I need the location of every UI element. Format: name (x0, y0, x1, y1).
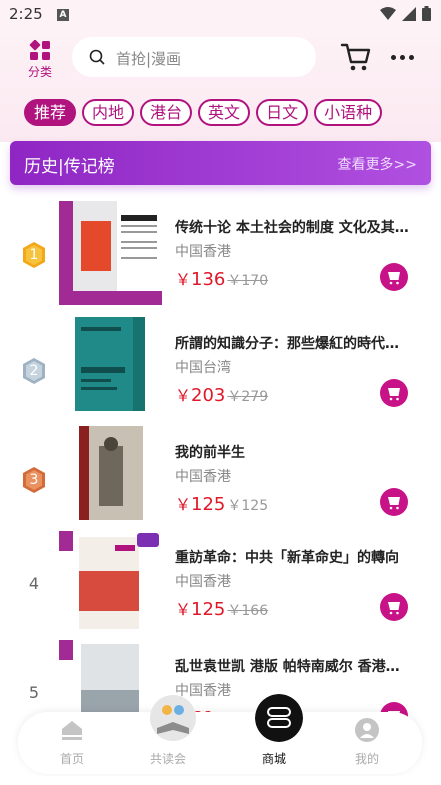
list-item[interactable]: 1 传统十论 本土社会的制度 文化及其… 中国香港 ￥136 ￥170 (0, 201, 441, 309)
price-value: 203 (191, 385, 226, 406)
currency-symbol: ￥ (175, 495, 192, 514)
book-price: ￥136 ￥170 (175, 266, 268, 290)
category-label: 分类 (27, 65, 52, 79)
signal-icon (402, 6, 416, 21)
section-header: 历史|传记榜 查看更多>> (10, 141, 431, 185)
currency-symbol: ￥ (175, 270, 192, 289)
original-price-value: 166 (241, 603, 269, 619)
currency-symbol: ￥ (175, 386, 192, 405)
book-cover-image (59, 531, 162, 635)
dot-icon (400, 54, 405, 60)
add-to-cart-button[interactable] (380, 263, 408, 291)
nav-profile-label: 我的 (354, 752, 379, 766)
rank-number: 1 (29, 247, 39, 263)
original-price: ￥166 (227, 603, 268, 619)
battery-icon (422, 6, 431, 21)
currency-symbol: ￥ (227, 273, 242, 289)
reading-club-icon (150, 695, 196, 741)
book-origin: 中国香港 (175, 469, 231, 485)
status-bar: 2:25 A (0, 0, 441, 30)
user-icon (355, 718, 379, 742)
book-price: ￥125 ￥125 (175, 491, 268, 515)
rank-number: 2 (29, 363, 39, 379)
list-item[interactable]: 3 我的前半生 中国香港 ￥125 ￥125 (0, 426, 441, 534)
original-price-value: 125 (241, 498, 269, 514)
add-to-cart-button[interactable] (380, 488, 408, 516)
search-icon (89, 49, 105, 65)
nav-mall[interactable]: 商城 (239, 694, 309, 774)
nav-mall-label: 商城 (261, 752, 286, 766)
status-time: 2:25 (9, 5, 43, 23)
tab-recommend[interactable]: 推荐 (24, 99, 77, 126)
currency-symbol: ￥ (175, 600, 192, 619)
book-origin: 中国台湾 (175, 360, 231, 376)
nav-home-label: 首页 (59, 752, 84, 766)
price-value: 136 (191, 269, 226, 290)
rank-number: 3 (29, 472, 39, 488)
currency-symbol: ￥ (227, 389, 242, 405)
add-to-cart-button[interactable] (380, 593, 408, 621)
book-origin: 中国香港 (175, 574, 231, 590)
dot-icon (409, 54, 414, 60)
category-icon (29, 40, 50, 60)
bottom-navigation: 首页 共读会 商城 我的 (18, 694, 422, 774)
book-price: ￥203 ￥279 (175, 382, 268, 406)
dot-icon (391, 54, 396, 60)
language-tabs: 推荐 内地 港台 英文 日文 小语种 (24, 99, 383, 126)
home-indicator-area (0, 776, 441, 785)
section-title: 历史|传记榜 (24, 157, 115, 177)
mall-icon (255, 694, 303, 742)
home-icon (62, 721, 82, 740)
cart-icon (388, 272, 400, 285)
book-title: 所謂的知識分子：那些爆紅的時代… (175, 336, 399, 352)
book-title: 我的前半生 (175, 445, 245, 461)
book-title: 传统十论 本土社会的制度 文化及其… (175, 220, 409, 236)
currency-symbol: ￥ (227, 498, 242, 514)
book-price: ￥125 ￥166 (175, 596, 268, 620)
original-price-value: 279 (241, 389, 269, 405)
notification-icon: A (57, 9, 69, 21)
search-placeholder: 首抢|漫画 (116, 50, 182, 68)
wifi-icon (380, 6, 396, 20)
tab-mainland[interactable]: 内地 (82, 99, 135, 126)
nav-reading-club-label: 共读会 (149, 752, 186, 766)
book-cover-image (59, 426, 162, 530)
book-origin: 中国香港 (175, 244, 231, 260)
original-price: ￥170 (227, 273, 268, 289)
price-value: 125 (191, 599, 226, 620)
rank-number: 5 (28, 683, 40, 702)
search-bar[interactable]: 首抢|漫画 (72, 37, 316, 77)
more-options-button[interactable] (391, 48, 419, 66)
cart-icon (388, 602, 400, 615)
original-price: ￥125 (227, 498, 268, 514)
book-title: 重訪革命：中共「新革命史」的轉向 (175, 550, 399, 566)
book-cover-image (59, 201, 162, 305)
tab-minor-languages[interactable]: 小语种 (314, 99, 383, 126)
book-title: 乱世袁世凯 港版 帕特南威尔 香港… (175, 659, 400, 675)
tab-japanese[interactable]: 日文 (256, 99, 309, 126)
tab-hk-tw[interactable]: 港台 (140, 99, 193, 126)
category-button[interactable]: 分类 (22, 40, 58, 80)
nav-home[interactable]: 首页 (37, 712, 107, 774)
rank-number: 4 (28, 574, 40, 593)
cart-button[interactable] (340, 42, 372, 72)
nav-profile[interactable]: 我的 (332, 712, 402, 774)
nav-reading-club[interactable]: 共读会 (133, 695, 203, 774)
cart-icon (340, 43, 371, 71)
list-item[interactable]: 4 重訪革命：中共「新革命史」的轉向 中国香港 ￥125 ￥166 (0, 531, 441, 639)
original-price: ￥279 (227, 389, 268, 405)
book-cover-image (59, 317, 162, 421)
list-item[interactable]: 2 所謂的知識分子：那些爆紅的時代… 中国台湾 ￥203 ￥279 (0, 317, 441, 425)
tab-english[interactable]: 英文 (198, 99, 251, 126)
currency-symbol: ￥ (227, 603, 242, 619)
add-to-cart-button[interactable] (380, 379, 408, 407)
cart-icon (388, 497, 400, 510)
price-value: 125 (191, 494, 226, 515)
cart-icon (388, 388, 400, 401)
see-more-link[interactable]: 查看更多>> (338, 154, 417, 174)
original-price-value: 170 (241, 273, 269, 289)
